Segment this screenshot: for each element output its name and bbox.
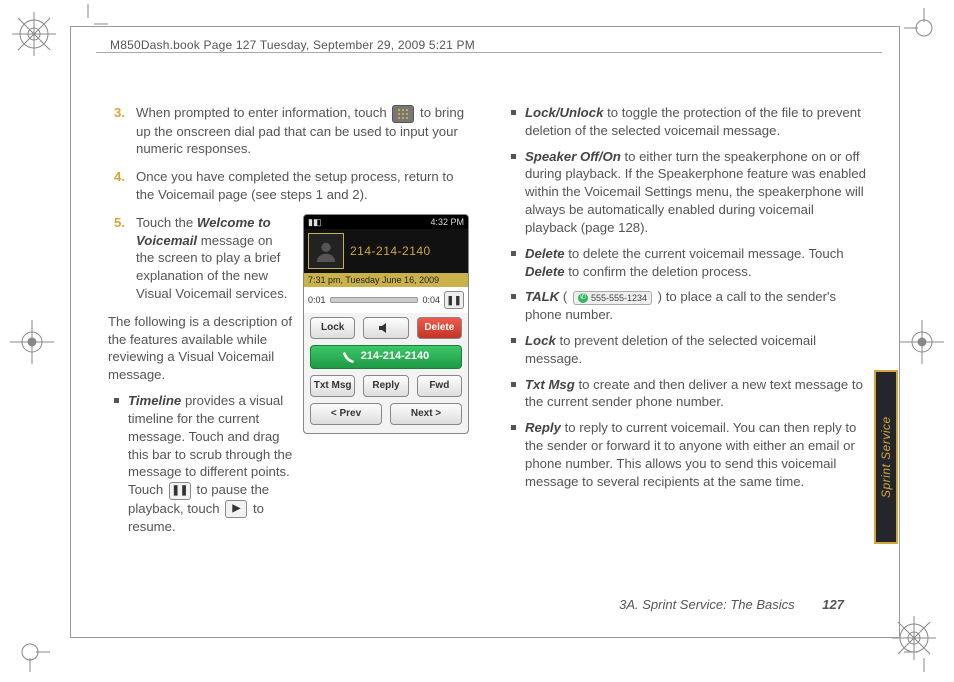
phone-fwd-button: Fwd [417,375,462,397]
step-5: 5. Touch the Welcome to Voicemail messag… [136,214,469,544]
feature-text: to delete the current voicemail message.… [568,246,843,261]
phone-contact-row: 214-214-2140 [304,229,468,273]
feature-text: to create and then deliver a new text me… [525,377,863,410]
keyword: Delete [525,246,565,261]
feature-timeline: Timeline provides a visual timeline for … [128,392,293,536]
phone-screenshot: ▮◧ 4:32 PM 214-214-2140 7:31 pm, Tuesday… [303,214,469,434]
left-column: 3. When prompted to enter information, t… [108,104,469,592]
phone-prev-button: < Prev [310,403,382,425]
step-4: 4. Once you have completed the setup pro… [136,168,469,204]
step-text: Once you have completed the setup proces… [136,169,453,202]
feature-text: to prevent deletion of the selected voic… [525,333,816,366]
footer-page-number: 127 [822,597,844,612]
phone-call-button: 214-214-2140 [310,345,462,369]
cropmark-icon [904,632,944,672]
feature-delete: Delete to delete the current voicemail m… [525,245,866,281]
play-icon: ▶ [225,500,247,518]
talk-chip-number: 555-555-1234 [591,292,647,304]
feature-text: ( [563,289,567,304]
intro-paragraph: The following is a description of the fe… [108,313,293,384]
cropmark-icon [10,632,50,672]
avatar-icon [308,233,344,269]
step-text: Touch the [136,215,197,230]
footer-section: 3A. Sprint Service: The Basics [619,597,795,612]
section-side-tab: Sprint Service [874,370,898,544]
step-3: 3. When prompted to enter information, t… [136,104,469,158]
side-crosshair-icon [10,320,54,364]
keyword: Timeline [128,393,181,408]
phone-handset-icon: ✆ [578,293,588,303]
dialpad-icon [392,105,414,123]
phone-speaker-button [363,317,408,339]
feature-talk: TALK ( ✆ 555-555-1234 ) to place a call … [525,288,866,324]
feature-text: to confirm the deletion process. [568,264,751,279]
phone-next-button: Next > [390,403,462,425]
keyword: Delete [525,264,565,279]
scrub-start: 0:01 [308,294,326,306]
phone-statusbar: ▮◧ 4:32 PM [304,215,468,229]
page-footer: 3A. Sprint Service: The Basics 127 [619,597,844,612]
phone-delete-button: Delete [417,317,462,339]
page-content: 3. When prompted to enter information, t… [108,104,866,592]
phone-txtmsg-button: Txt Msg [310,375,355,397]
scrub-end: 0:04 [422,294,440,306]
scrub-track [330,297,419,303]
status-time: 4:32 PM [430,216,464,228]
feature-lockunlock: Lock/Unlock to toggle the protection of … [525,104,866,140]
registration-radial-icon [12,12,56,56]
keyword: Reply [525,420,561,435]
header-text: M850Dash.book Page 127 Tuesday, Septembe… [110,38,475,52]
pause-icon: ❚❚ [169,482,191,500]
step-number: 4. [114,168,125,186]
step-number: 5. [114,214,125,232]
feature-txtmsg: Txt Msg to create and then deliver a new… [525,376,866,412]
keyword: Lock/Unlock [525,105,603,120]
cropmark-icon [904,8,944,48]
phone-lock-button: Lock [310,317,355,339]
step-text: When prompted to enter information, touc… [136,105,390,120]
status-left: ▮◧ [308,216,321,228]
talk-chip: ✆ 555-555-1234 [573,291,652,305]
call-label: 214-214-2140 [361,349,430,364]
phone-date-line: 7:31 pm, Tuesday June 16, 2009 [304,273,468,287]
header-rule [96,52,882,53]
phone-scrub-bar: 0:01 0:04 ❚❚ [304,287,468,313]
step-number: 3. [114,104,125,122]
pause-button-icon: ❚❚ [444,291,464,309]
phone-reply-button: Reply [363,375,408,397]
feature-lock: Lock to prevent deletion of the selected… [525,332,866,368]
feature-text: ) to place a call to the sender's phone … [525,289,836,322]
keyword: Lock [525,333,556,348]
feature-text: to reply to current voicemail. You can t… [525,420,856,488]
side-crosshair-icon [900,320,944,364]
feature-reply: Reply to reply to current voicemail. You… [525,419,866,490]
keyword: TALK [525,289,559,304]
phone-number-label: 214-214-2140 [350,243,431,259]
keyword: Txt Msg [525,377,575,392]
keyword: Speaker Off/On [525,149,621,164]
right-column: Lock/Unlock to toggle the protection of … [505,104,866,592]
feature-speaker: Speaker Off/On to either turn the speake… [525,148,866,237]
